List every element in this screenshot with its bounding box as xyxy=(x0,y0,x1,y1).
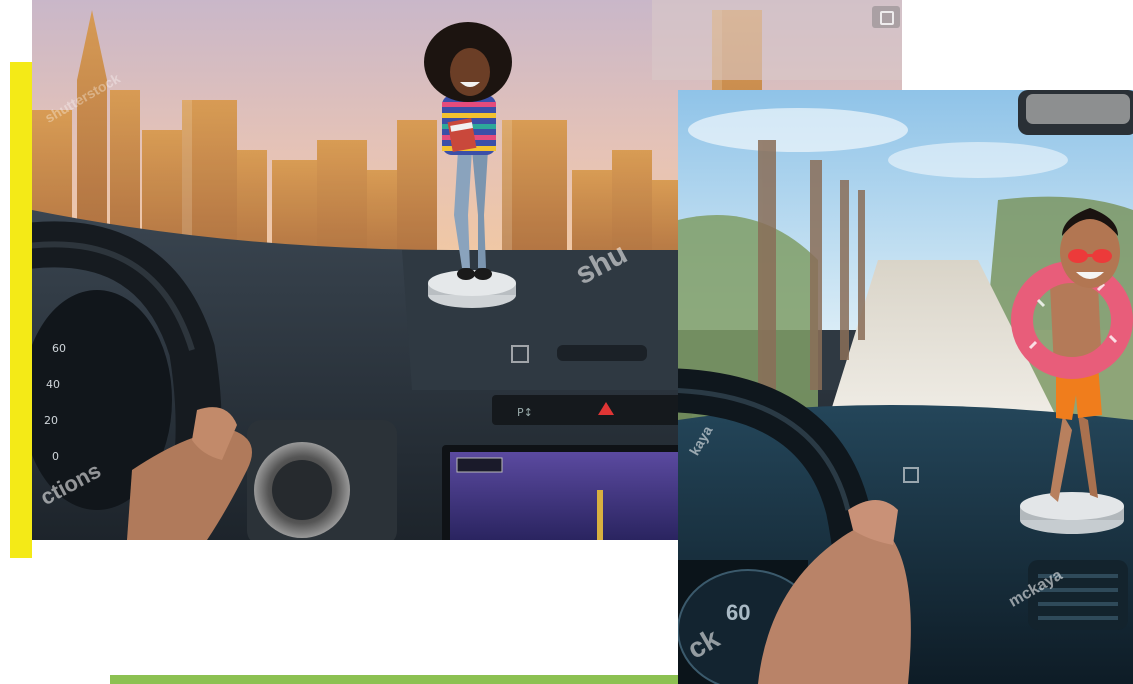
svg-text:40: 40 xyxy=(46,378,60,391)
photo-man-bobblehead-dashboard: ck mckaya kaya 60 xyxy=(678,90,1133,684)
green-accent-bar xyxy=(110,675,748,684)
svg-text:0: 0 xyxy=(52,450,59,463)
svg-text:60: 60 xyxy=(52,342,66,355)
zoom-corner-icon xyxy=(872,6,900,28)
yellow-accent-bar xyxy=(10,62,32,558)
speedometer-reading: 60 xyxy=(726,600,751,625)
svg-text:20: 20 xyxy=(44,414,58,427)
svg-text:P↕: P↕ xyxy=(517,406,533,419)
